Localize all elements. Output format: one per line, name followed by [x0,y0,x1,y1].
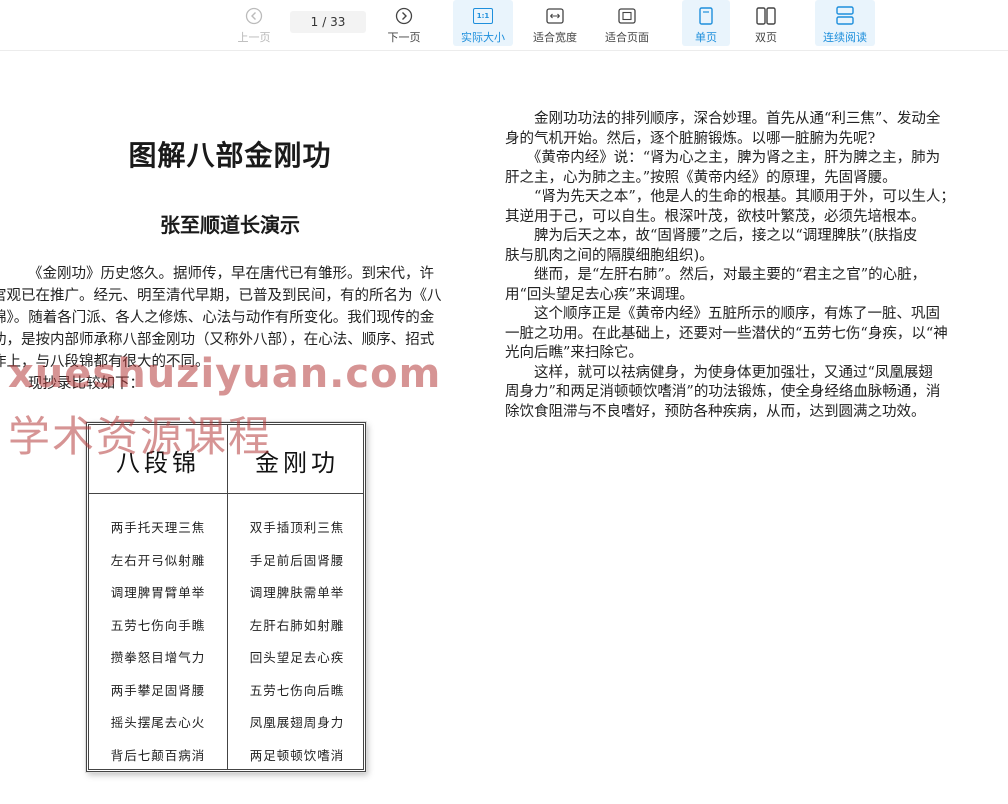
document-view[interactable]: 图解八部金刚功 张至顺道长演示 《金刚功》历史悠久。据师传，早在唐代已有雏形。到… [0,51,1008,804]
table-column-jingangong: 双手插顶利三焦 手足前后固肾腰 调理脾肤需单举 左肝右肺如射雕 回头望足去心疾 … [228,517,366,777]
table-cell: 调理脾胃臂单举 [110,585,206,600]
body-text: 金刚功功法的排列顺序，深合妙理。首先从通“利三焦”、发动全 身的气机开始。然后，… [505,110,1008,422]
fit-page-button[interactable]: 适合页面 [599,0,655,46]
chevron-right-circle-icon [395,6,413,26]
table-cell: 调理脾肤需单举 [249,585,345,600]
fit-page-icon [618,6,636,26]
actual-size-icon: 1:1 [473,6,493,26]
text-line: 继而，是“左肝右肺”。然后，对最主要的“君主之官”的心脏， [505,267,927,283]
fit-width-button[interactable]: 适合宽度 [527,0,583,46]
text-line: 肝之主，心为肺之主。”按照《黄帝内经》的原理，先固肾腰。 [505,169,897,186]
table-cell: 攒拳怒目增气力 [110,650,206,665]
table-header-baduanjin: 八段锦 [116,449,200,477]
fit-width-label: 适合宽度 [533,31,577,44]
table-cell: 五劳七伤向后瞧 [249,682,345,698]
actual-size-label: 实际大小 [461,31,505,44]
continuous-reading-icon [836,6,854,26]
left-page: 图解八部金刚功 张至顺道长演示 《金刚功》历史悠久。据师传，早在唐代已有雏形。到… [0,51,495,804]
single-page-button[interactable]: 单页 [682,0,730,46]
table-header-jingangong: 金刚功 [255,449,339,477]
page-subtitle: 张至顺道长演示 [160,213,300,237]
table-cell: 五劳七伤向手瞧 [110,617,206,633]
text-line: 一脏之功用。在此基础上，还要对一些潜伏的“五劳七伤“身疾，以“神 [505,325,948,342]
text-line: 用“回头望足去心疾”来调理。 [505,286,694,303]
table-cell: 左右开弓似射雕 [110,552,206,568]
fit-page-label: 适合页面 [605,31,649,44]
single-page-label: 单页 [695,31,717,44]
text-line: 宫观已在推广。经元、明至清代早期，已普及到民间，有的所名为《八 [0,288,442,304]
text-line: 《黄帝内经》说：“肾为心之主，脾为肾之主，肝为脾之主，肺为 [505,150,941,166]
right-page: 金刚功功法的排列顺序，深合妙理。首先从通“利三焦”、发动全 身的气机开始。然后，… [500,51,1008,804]
prev-page-button[interactable]: 上一页 [232,0,276,46]
text-line: 金刚功功法的排列顺序，深合妙理。首先从通“利三焦”、发动全 [505,111,941,127]
table-column-baduanjin: 两手托天理三焦 左右开弓似射雕 调理脾胃臂单举 五劳七伤向手瞧 攒拳怒目增气力 … [89,517,227,777]
text-line: 其逆用于己，可以自生。根深叶茂，欲枝叶繁茂，必须先培根本。 [505,208,926,225]
next-page-label: 下一页 [387,31,421,44]
text-line: 这样，就可以祛病健身，为使身体更加强壮，又通过“凤凰展翅 [505,364,933,381]
table-cell: 手足前后固肾腰 [249,552,345,568]
intro-paragraph: 《金刚功》历史悠久。据师传，早在唐代已有雏形。到宋代，许 宫观已在推广。经元、明… [0,263,482,395]
text-line: 这个顺序正是《黄帝内经》五脏所示的顺序，有炼了一脏、巩固 [505,306,940,322]
table-cell: 两手托天理三焦 [110,520,206,535]
table-header-divider [89,493,363,494]
continuous-reading-button[interactable]: 连续阅读 [815,0,875,46]
table-cell: 回头望足去心疾 [249,650,345,665]
comparison-table: 八段锦 金刚功 两手托天理三焦 左右开弓似射雕 调理脾胃臂单举 五劳七伤向手瞧 … [86,422,366,772]
chevron-left-circle-icon [245,6,263,26]
table-cell: 摇头摆尾去心火 [110,715,206,730]
fit-width-icon [546,6,564,26]
table-cell: 背后七颠百病消 [110,747,206,763]
viewer-toolbar: 上一页 1 / 33 下一页 1:1 实际大小 适合宽度 适合页面 单页 双页 … [0,0,1008,51]
text-line: 身的气机开始。然后，逐个脏腑锻炼。以哪一脏腑为先呢? [505,130,876,147]
single-page-icon [699,6,713,26]
text-line: 《金刚功》历史悠久。据师传，早在唐代已有雏形。到宋代，许 [28,266,434,282]
table-cell: 两手攀足固肾腰 [110,682,206,698]
page-total: / 33 [322,15,346,29]
prev-page-label: 上一页 [237,31,271,44]
page-indicator[interactable]: 1 / 33 [290,11,366,33]
page-current[interactable]: 1 [311,15,319,29]
double-page-label: 双页 [755,31,777,44]
table-cell: 凤凰展翅周身力 [249,715,345,730]
page-title: 图解八部金刚功 [128,139,332,172]
text-line: 除饮食阻滞与不良嗜好，预防各种疾病，从而，达到圆满之功效。 [505,403,926,420]
text-line: 脾为后天之本，故“固肾腰”之后，接之以“调理脾肤”(肤指皮 [505,228,918,244]
text-line: 肤与肌肉之间的隔膜细胞组织)。 [505,247,714,264]
double-page-button[interactable]: 双页 [742,0,790,46]
text-line: 周身力”和两足消顿顿饮嗜消”的功法锻炼，使全身经络血脉畅通，消 [505,384,941,400]
table-cell: 双手插顶利三焦 [249,520,345,535]
continuous-reading-label: 连续阅读 [823,31,867,44]
text-line: 现抄录比较如下： [28,376,144,392]
text-line: 光向后瞧”来扫除它。 [505,345,643,361]
next-page-button[interactable]: 下一页 [382,0,426,46]
table-cell: 左肝右肺如射雕 [249,617,345,633]
text-line: “肾为先天之本”，他是人的生命的根基。其顺用于外，可以生人； [505,189,955,205]
actual-size-button[interactable]: 1:1 实际大小 [453,0,513,46]
double-page-icon [756,6,776,26]
text-line: 功，是按内部师承称八部金刚功（又称外八部），在心法、顺序、招式 [0,332,435,348]
text-line: 作上，与八段锦都有很大的不同。 [0,354,210,370]
table-cell: 两足顿顿饮嗜消 [249,747,345,763]
text-line: 锦》。随着各门派、各人之修炼、心法与动作有所变化。我们现传的金 [0,310,435,326]
